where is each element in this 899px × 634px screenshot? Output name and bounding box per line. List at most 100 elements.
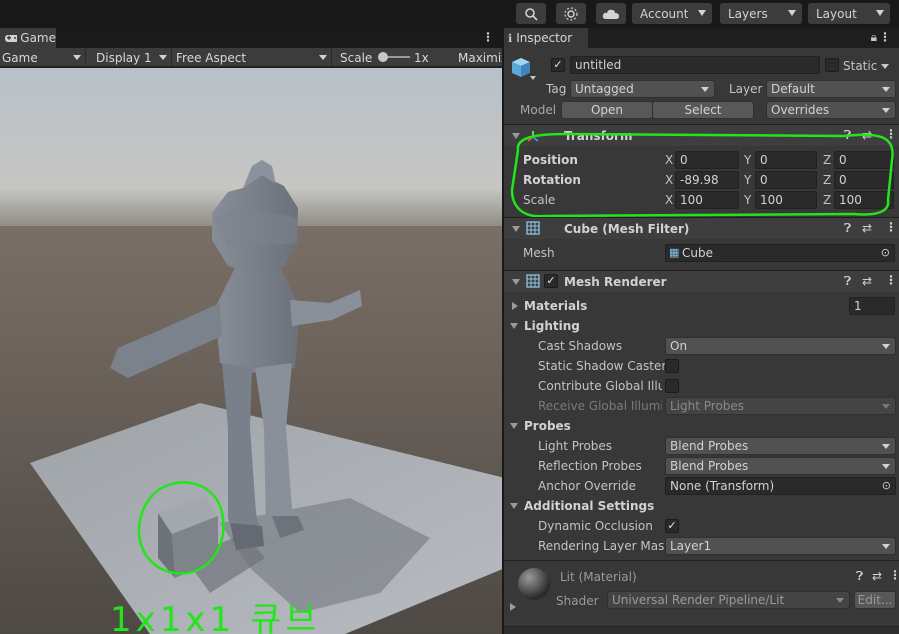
info-icon: ℹ [508,31,513,45]
top-toolbar: Account Layers Layout [0,0,899,28]
game-tab-bar: Game ⋮ [0,28,502,48]
additional-settings-label[interactable]: Additional Settings [524,499,654,513]
component-menu-icon[interactable]: ⋮ [885,220,897,234]
contribute-gi-label: Contribute Global Illum [538,379,662,393]
active-checkbox[interactable]: ✓ [551,58,565,72]
static-checkbox[interactable] [825,58,839,72]
rendering-layer-mask-dropdown[interactable]: Layer1 [665,537,896,555]
layer-value: Default [771,82,815,96]
tag-dropdown[interactable]: Untagged [570,80,715,98]
preset-icon[interactable]: ⇄ [862,274,872,288]
additional-settings-fold-icon[interactable] [510,503,518,509]
cloud-button[interactable] [596,3,626,24]
aspect-label: Free Aspect [176,50,247,65]
cast-shadows-dropdown[interactable]: On [665,337,896,355]
mesh-renderer-enabled-checkbox[interactable]: ✓ [544,274,558,288]
mesh-renderer-fold-icon[interactable] [512,279,520,285]
divider [504,560,899,561]
game-mode-label: Game [2,50,38,65]
edit-shader-button[interactable]: Edit... [854,591,896,609]
shader-value: Universal Render Pipeline/Lit [612,593,785,607]
inspector-menu-icon[interactable]: ⋮ [879,30,891,44]
account-dropdown[interactable]: Account [632,3,712,24]
probes-label[interactable]: Probes [524,419,571,433]
preset-icon[interactable]: ⇄ [872,569,882,583]
help-icon[interactable]: ❓︎ [844,221,851,236]
materials-count-field[interactable]: 1 [849,297,895,315]
game-control-bar: Game Display 1 Free Aspect Scale 1x Maxi… [0,48,502,67]
anchor-override-label: Anchor Override [538,479,637,493]
reflection-probes-dropdown[interactable]: Blend Probes [665,457,896,475]
search-button[interactable] [516,3,546,24]
mesh-renderer-title: Mesh Renderer [564,275,667,289]
layout-dropdown[interactable]: Layout [808,3,890,24]
receive-gi-value: Light Probes [670,399,745,413]
annotation-text: 1x1x1 큐브 [110,600,321,634]
scale-label: Scale [340,50,373,65]
lighting-fold-icon[interactable] [510,323,518,329]
layout-label: Layout [816,6,857,21]
rendering-layer-mask-label: Rendering Layer Mask [538,539,672,553]
dynamic-occlusion-checkbox[interactable]: ✓ [665,519,679,533]
lighting-label[interactable]: Lighting [524,319,580,333]
services-button[interactable] [556,3,586,24]
anchor-override-field[interactable]: None (Transform) ⊙ [665,477,896,495]
layers-label: Layers [728,6,768,21]
inspector-tab-label: Inspector [516,31,573,45]
object-name-field[interactable]: untitled [570,56,820,74]
static-label: Static [843,59,878,73]
cloud-icon [602,9,619,19]
material-fold-icon[interactable] [510,603,516,611]
lock-icon[interactable]: 🔒︎ [871,30,877,45]
layer-dropdown[interactable]: Default [766,80,896,98]
object-picker-icon[interactable]: ⊙ [881,245,890,261]
maximize-on-play-toggle[interactable]: Maximiz [456,48,502,67]
scale-value: 1x [414,50,429,65]
layers-dropdown[interactable]: Layers [720,3,802,24]
tab-game[interactable]: Game [0,28,56,48]
material-preview-sphere [518,568,550,600]
shader-dropdown[interactable]: Universal Render Pipeline/Lit [607,591,850,609]
mesh-renderer-icon [526,274,540,288]
component-menu-icon[interactable]: ⋮ [885,273,897,287]
cast-shadows-value: On [670,339,688,353]
help-icon[interactable]: ❓︎ [856,569,863,584]
transform-highlight-annotation [510,132,894,218]
static-shadow-caster-label: Static Shadow Caster [538,359,667,373]
probes-fold-icon[interactable] [510,423,518,429]
materials-label[interactable]: Materials [524,299,587,313]
mesh-value: Cube [682,246,713,260]
gamepad-icon [5,35,18,42]
component-menu-icon[interactable]: ⋮ [889,568,899,582]
scale-slider-handle[interactable] [378,52,388,62]
mesh-filter-fold-icon[interactable] [512,226,520,232]
contribute-gi-checkbox[interactable] [665,379,679,393]
account-label: Account [640,6,689,21]
tag-value: Untagged [575,82,634,96]
dynamic-occlusion-label: Dynamic Occlusion [538,519,653,533]
light-probes-value: Blend Probes [670,439,749,453]
aspect-dropdown[interactable]: Free Aspect [174,48,332,67]
game-panel-menu-icon[interactable]: ⋮ [482,30,494,44]
light-probes-dropdown[interactable]: Blend Probes [665,437,896,455]
game-viewport[interactable]: 1x1x1 큐브 [0,68,502,634]
tab-inspector[interactable]: ℹ Inspector [504,28,588,48]
game-mode-dropdown[interactable]: Game [0,48,86,67]
services-icon [564,6,578,21]
game-tab-label: Game [20,31,56,45]
mesh-label: Mesh [523,246,555,260]
help-icon[interactable]: ❓︎ [844,274,851,289]
materials-fold-icon[interactable] [512,302,518,310]
mesh-filter-header[interactable]: Cube (Mesh Filter) ❓︎ ⇄ ⋮ [504,217,899,239]
static-dropdown-arrow[interactable] [881,64,889,69]
receive-gi-label: Receive Global Illumin [538,399,662,413]
reflection-probes-value: Blend Probes [670,459,749,473]
static-shadow-caster-checkbox[interactable] [665,359,679,373]
mesh-renderer-header[interactable]: ✓ Mesh Renderer ❓︎ ⇄ ⋮ [504,270,899,292]
display-dropdown[interactable]: Display 1 [94,48,172,67]
cast-shadows-label: Cast Shadows [538,339,623,353]
icon-dropdown-arrow[interactable] [530,76,536,80]
preset-icon[interactable]: ⇄ [862,221,872,235]
object-picker-icon[interactable]: ⊙ [882,478,891,494]
mesh-object-field[interactable]: ▦ Cube ⊙ [665,244,895,262]
